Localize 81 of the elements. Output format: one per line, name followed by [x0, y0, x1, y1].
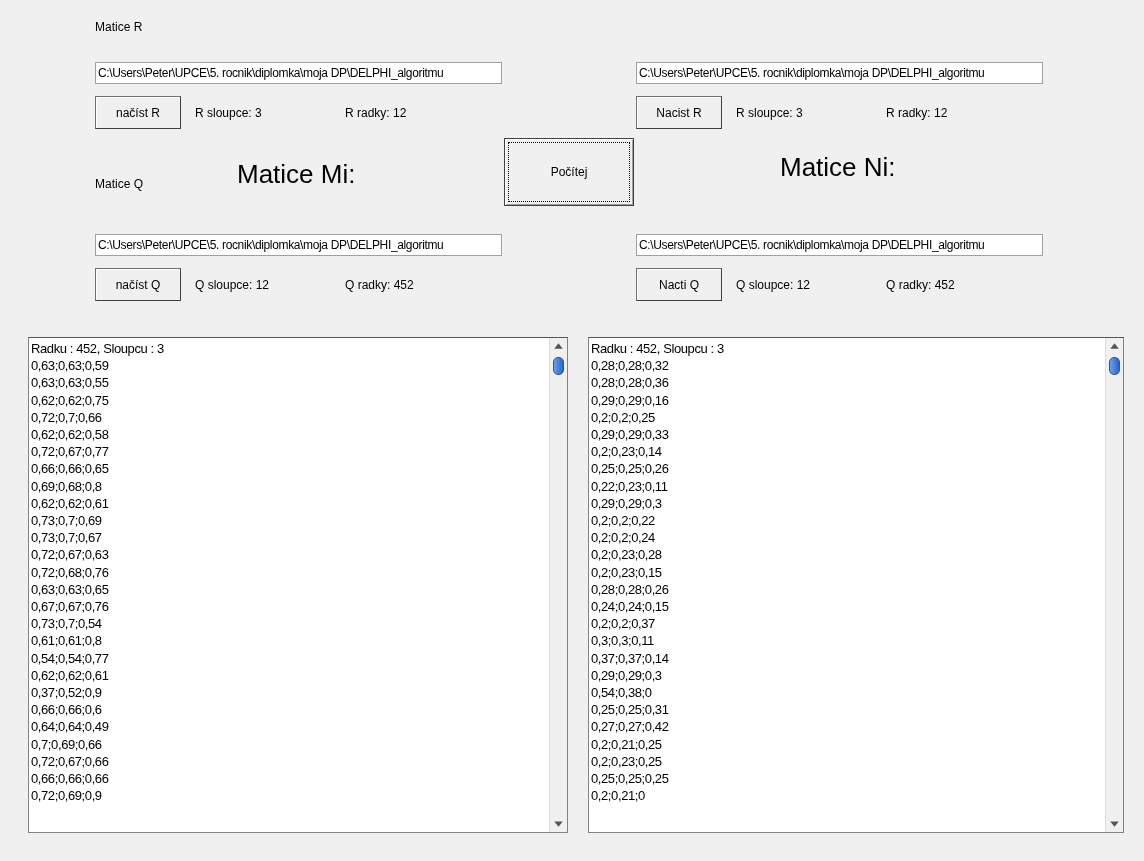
list-line: 0,54;0,54;0,77: [31, 649, 109, 667]
list-line: 0,2;0,23;0,28: [591, 546, 662, 564]
file-path-field[interactable]: C:\Users\Peter\UPCE\5. rocnik\diplomka\moja DP\DELPHI_algoritmu: [636, 62, 1043, 84]
list-line: 0,62;0,62;0,61: [31, 666, 109, 685]
list-line: 0,25;0,25;0,26: [591, 460, 669, 478]
list-line: 0,66;0,66;0,65: [31, 460, 109, 478]
list-line: 0,72;0,7;0,66: [31, 408, 102, 426]
file-path-field[interactable]: C:\Users\Peter\UPCE\5. rocnik\diplomka\moja DP\DELPHI_algoritmu: [95, 234, 502, 256]
list-line: 0,29;0,29;0,33: [591, 426, 669, 444]
list-line: 0,62;0,62;0,61: [31, 494, 109, 513]
row-count-label: R radky: 12: [886, 105, 948, 120]
list-line: 0,2;0,2;0,25: [591, 408, 655, 426]
list-line: 0,66;0,66;0,66: [31, 770, 109, 788]
list-line: 0,28;0,28;0,32: [591, 357, 669, 375]
list-line: 0,72;0,67;0,66: [31, 752, 109, 771]
list-line: Radku : 452, Sloupcu : 3: [31, 340, 164, 358]
file-path-field[interactable]: C:\Users\Peter\UPCE\5. rocnik\diplomka\moja DP\DELPHI_algoritmu: [636, 234, 1043, 256]
list-line: 0,22;0,23;0,11: [591, 477, 668, 495]
list-line: 0,2;0,23;0,15: [591, 563, 662, 581]
list-line: 0,62;0,62;0,75: [31, 391, 109, 409]
list-line: 0,72;0,69;0,9: [31, 787, 102, 805]
output-list[interactable]: [588, 337, 1124, 833]
list-line: 0,2;0,2;0,37: [591, 615, 655, 633]
list-line: 0,24;0,24;0,15: [591, 598, 669, 616]
matrix-heading: Matice Ni:: [780, 152, 896, 183]
file-path-field[interactable]: C:\Users\Peter\UPCE\5. rocnik\diplomka\moja DP\DELPHI_algoritmu: [95, 62, 502, 84]
list-line: 0,2;0,23;0,14: [591, 443, 662, 461]
list-line: 0,2;0,23;0,25: [591, 752, 662, 771]
scrollbar[interactable]: [1105, 338, 1123, 832]
compute-button[interactable]: Počítej: [504, 138, 634, 206]
list-line: 0,54;0,38;0: [591, 684, 652, 702]
column-count-label: R sloupce: 3: [736, 105, 804, 120]
list-line: 0,63;0,63;0,59: [31, 357, 109, 375]
list-line: 0,3;0,3;0,11: [591, 632, 654, 650]
list-line: 0,28;0,28;0,26: [591, 580, 669, 599]
list-line: 0,25;0,25;0,25: [591, 770, 669, 788]
list-line: 0,69;0,68;0,8: [31, 477, 102, 495]
list-line: 0,72;0,68;0,76: [31, 563, 109, 581]
scroll-thumb[interactable]: [553, 357, 564, 375]
column-count-label: Q sloupce: 12: [195, 277, 271, 292]
list-line: 0,29;0,29;0,16: [591, 391, 669, 409]
scrollbar[interactable]: [549, 338, 567, 832]
list-line: 0,2;0,21;0: [591, 787, 645, 805]
list-line: 0,2;0,21;0,25: [591, 735, 662, 753]
list-line: 0,37;0,52;0,9: [31, 684, 102, 702]
list-line: 0,7;0,69;0,66: [31, 735, 102, 753]
list-line: 0,73;0,7;0,69: [31, 512, 102, 530]
list-line: 0,63;0,63;0,55: [31, 374, 109, 392]
list-line: 0,28;0,28;0,36: [591, 374, 669, 392]
list-line: 0,27;0,27;0,42: [591, 718, 669, 736]
field-label: Matice Q: [95, 177, 143, 191]
list-line: 0,2;0,2;0,22: [591, 512, 655, 530]
list-line: 0,72;0,67;0,77: [31, 443, 109, 461]
load-button[interactable]: načíst R: [95, 96, 181, 129]
list-line: 0,73;0,7;0,67: [31, 529, 102, 547]
load-button[interactable]: Nacist R: [636, 96, 722, 129]
list-line: 0,25;0,25;0,31: [591, 701, 669, 719]
list-line: 0,63;0,63;0,65: [31, 580, 109, 599]
scroll-thumb[interactable]: [1109, 357, 1120, 375]
field-label: Matice R: [95, 20, 143, 34]
list-line: 0,66;0,66;0,6: [31, 701, 102, 719]
list-line: 0,29;0,29;0,3: [591, 666, 662, 685]
list-line: 0,37;0,37;0,14: [591, 649, 669, 667]
list-line: 0,73;0,7;0,54: [31, 615, 102, 633]
list-line: 0,29;0,29;0,3: [591, 494, 662, 513]
matrix-heading: Matice Mi:: [237, 159, 356, 190]
output-list[interactable]: [28, 337, 568, 833]
list-line: 0,67;0,67;0,76: [31, 598, 109, 616]
list-line: 0,2;0,2;0,24: [591, 529, 655, 547]
row-count-label: Q radky: 452: [345, 277, 414, 292]
load-button[interactable]: načíst Q: [95, 268, 181, 301]
row-count-label: Q radky: 452: [886, 277, 955, 292]
load-button[interactable]: Nacti Q: [636, 268, 722, 301]
row-count-label: R radky: 12: [345, 105, 407, 120]
list-line: Radku : 452, Sloupcu : 3: [591, 340, 724, 358]
list-line: 0,64;0,64;0,49: [31, 718, 109, 736]
list-line: 0,62;0,62;0,58: [31, 426, 109, 444]
list-line: 0,61;0,61;0,8: [31, 632, 102, 650]
column-count-label: Q sloupce: 12: [736, 277, 812, 292]
column-count-label: R sloupce: 3: [195, 105, 263, 120]
list-line: 0,72;0,67;0,63: [31, 546, 109, 564]
